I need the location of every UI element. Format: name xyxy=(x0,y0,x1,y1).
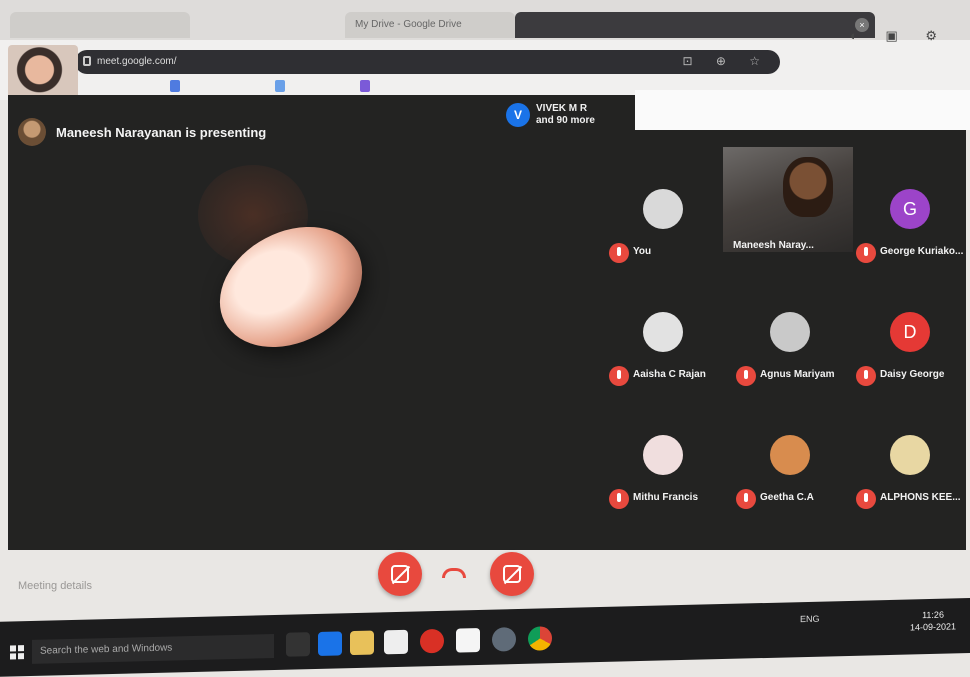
participant-name: Agnus Mariyam xyxy=(760,369,835,380)
participant-name: You xyxy=(633,246,652,257)
participant-tile[interactable]: Mithu Francis xyxy=(603,423,723,531)
browser-window: My Drive - Google Drive × meet.google.co… xyxy=(0,0,970,100)
participant-tile[interactable]: D Daisy George xyxy=(850,300,970,408)
camera-off-icon xyxy=(503,565,521,583)
store-icon[interactable] xyxy=(384,629,408,655)
avatar xyxy=(770,312,810,352)
participant-tile[interactable]: Aaisha C Rajan xyxy=(603,300,723,408)
camera-toggle-button[interactable] xyxy=(490,552,534,596)
participant-name: Maneesh Naray... xyxy=(733,240,814,251)
mic-toggle-button[interactable] xyxy=(378,552,422,596)
avatar xyxy=(770,435,810,475)
chrome-icon[interactable] xyxy=(492,627,516,652)
mic-off-icon xyxy=(391,565,409,583)
bookmarks-bar xyxy=(90,80,610,96)
taskbar-clock[interactable]: 11:26 14-09-2021 xyxy=(910,608,956,633)
viewer-avatar: V xyxy=(506,103,530,127)
mic-off-icon xyxy=(609,243,629,263)
presenter-label: Maneesh Narayanan is presenting xyxy=(56,124,267,140)
participant-video-tile[interactable]: Maneesh Naray... xyxy=(723,147,853,252)
hang-up-button[interactable] xyxy=(442,568,466,578)
system-tray[interactable]: ENG xyxy=(800,614,820,624)
address-bar[interactable]: meet.google.com/ ⊡ ⊕ ☆ xyxy=(75,50,780,74)
avatar: G xyxy=(890,189,930,229)
viewer-name: VIVEK M R xyxy=(536,103,588,114)
participant-name: Mithu Francis xyxy=(633,492,699,503)
tab-google-meet[interactable]: × xyxy=(515,12,875,38)
bookmark-icon[interactable] xyxy=(275,80,285,92)
lock-icon xyxy=(83,56,91,66)
participant-tile[interactable]: You xyxy=(603,177,723,285)
viewer-more: and 90 more xyxy=(536,115,595,126)
mic-off-icon xyxy=(856,243,876,263)
avatar xyxy=(643,189,683,229)
url-text: meet.google.com/ xyxy=(97,56,177,67)
mic-off-icon xyxy=(609,366,629,386)
participant-name: Geetha C.A xyxy=(760,492,814,503)
mic-off-icon xyxy=(736,366,756,386)
avatar xyxy=(643,312,683,352)
participant-tile[interactable]: G George Kuriako... xyxy=(850,177,970,285)
mic-off-icon xyxy=(856,489,876,509)
mic-off-icon xyxy=(609,489,629,509)
presenter-avatar xyxy=(18,118,46,146)
top-right-panel xyxy=(635,90,970,130)
avatar xyxy=(890,435,930,475)
chrome-icon[interactable] xyxy=(528,626,552,651)
avatar xyxy=(643,435,683,475)
participant-name: ALPHONS KEE... xyxy=(880,492,961,503)
meet-stage: Maneesh Narayanan is presenting V VIVEK … xyxy=(8,90,970,550)
address-bar-icons[interactable]: ⊡ ⊕ ☆ xyxy=(682,54,770,68)
mic-off-icon xyxy=(856,366,876,386)
taskbar-search[interactable]: Search the web and Windows xyxy=(32,634,274,664)
tab-google-drive[interactable]: My Drive - Google Drive xyxy=(345,12,515,38)
file-explorer-icon[interactable] xyxy=(350,630,374,656)
participant-tile[interactable]: Agnus Mariyam xyxy=(730,300,850,408)
avatar: D xyxy=(890,312,930,352)
presenter-bar: Maneesh Narayanan is presenting xyxy=(18,117,266,147)
tab-strip: My Drive - Google Drive × xyxy=(0,0,970,40)
participant-tile[interactable]: ALPHONS KEE... xyxy=(850,423,970,531)
windows-start-icon[interactable] xyxy=(10,645,24,660)
secondary-controls[interactable] xyxy=(560,552,970,602)
participant-tile[interactable]: Geetha C.A xyxy=(730,423,850,531)
document-icon[interactable] xyxy=(456,627,480,653)
bookmark-icon[interactable] xyxy=(170,80,180,92)
task-view-icon[interactable] xyxy=(286,632,310,657)
participant-name: George Kuriako... xyxy=(880,246,964,257)
mic-off-icon xyxy=(736,489,756,509)
participant-video xyxy=(783,157,833,217)
browser-toolbar-icons[interactable]: ◐ ▣ ⚙ xyxy=(850,28,949,44)
edge-icon[interactable] xyxy=(318,631,342,656)
meeting-details-link[interactable]: Meeting details xyxy=(18,580,92,592)
participant-name: Aaisha C Rajan xyxy=(633,369,706,380)
bookmark-icon[interactable] xyxy=(360,80,370,92)
tab-1[interactable] xyxy=(10,12,190,38)
opera-icon[interactable] xyxy=(420,628,444,654)
participant-name: Daisy George xyxy=(880,369,945,380)
